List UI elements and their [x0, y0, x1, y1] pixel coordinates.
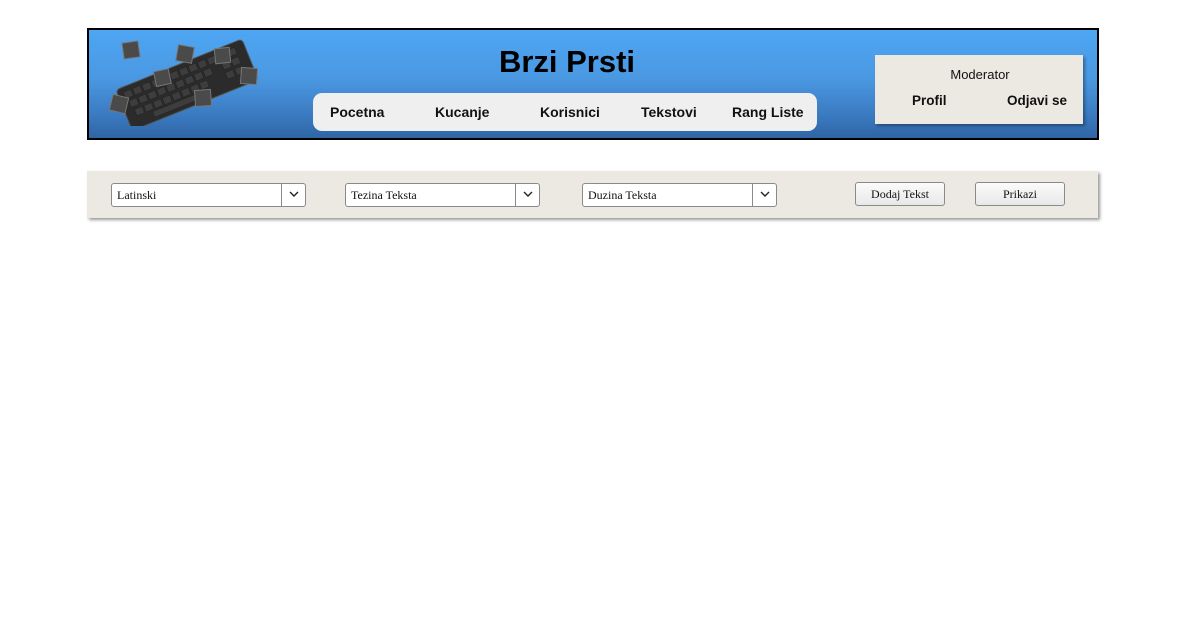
user-panel: Moderator Profil Odjavi se [875, 55, 1083, 124]
nav-item-korisnici[interactable]: Korisnici [540, 93, 600, 131]
add-text-button[interactable]: Dodaj Tekst [855, 182, 945, 206]
main-nav: Pocetna Kucanje Korisnici Tekstovi Rang … [313, 93, 817, 131]
site-title: Brzi Prsti [498, 44, 636, 79]
length-select-value: Duzina Teksta [588, 188, 657, 202]
difficulty-select[interactable]: Tezina Teksta [345, 183, 540, 207]
script-select[interactable]: Latinski [111, 183, 306, 207]
chevron-down-icon[interactable] [281, 184, 305, 206]
user-role: Moderator [950, 67, 1010, 82]
nav-item-rang-liste[interactable]: Rang Liste [732, 93, 804, 131]
chevron-down-icon[interactable] [515, 184, 539, 206]
length-select[interactable]: Duzina Teksta [582, 183, 777, 207]
difficulty-select-value: Tezina Teksta [351, 188, 417, 202]
nav-item-tekstovi[interactable]: Tekstovi [641, 93, 697, 131]
profile-link[interactable]: Profil [912, 93, 947, 108]
keyboard-logo-icon[interactable] [103, 34, 263, 130]
show-button[interactable]: Prikazi [975, 182, 1065, 206]
site-header: Brzi Prsti Pocetna Kucanje Korisnici Tek… [87, 28, 1099, 140]
chevron-down-icon[interactable] [752, 184, 776, 206]
script-select-value: Latinski [117, 188, 157, 202]
nav-item-kucanje[interactable]: Kucanje [435, 93, 489, 131]
nav-item-pocetna[interactable]: Pocetna [330, 93, 384, 131]
filter-toolbar: Latinski Tezina Teksta Duzina Teksta Dod… [87, 171, 1098, 218]
logout-link[interactable]: Odjavi se [1007, 93, 1067, 108]
